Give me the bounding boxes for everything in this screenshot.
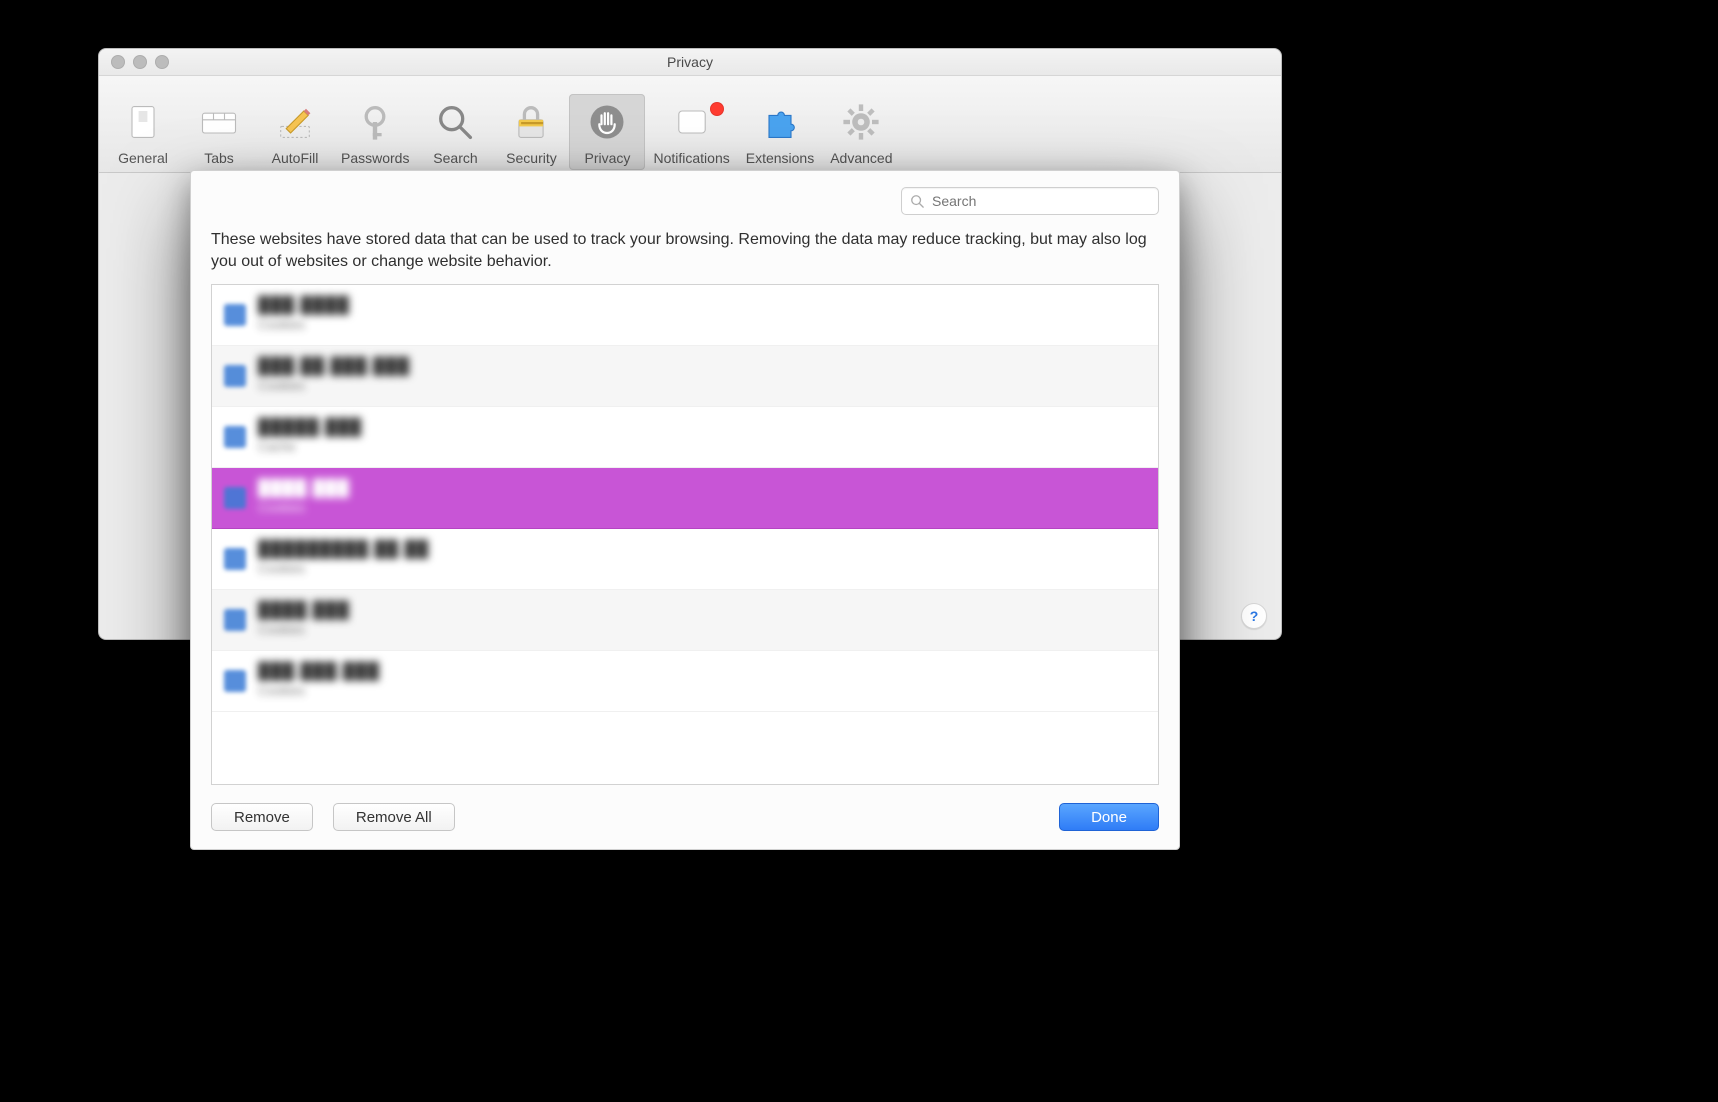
notification-badge-icon [710, 102, 724, 116]
site-data-type: Cache [258, 439, 362, 454]
tab-label: Advanced [830, 150, 892, 166]
site-domain: ███.███.███ [258, 663, 380, 681]
tab-label: Search [433, 150, 477, 166]
site-data-type: Cookies [258, 683, 380, 698]
site-domain: █████████.██.██ [258, 541, 429, 559]
tab-label: General [118, 150, 168, 166]
tab-security[interactable]: Security [493, 94, 569, 170]
site-data-type: Cookies [258, 317, 350, 332]
tab-label: Tabs [204, 150, 234, 166]
search-input[interactable] [930, 192, 1150, 210]
tab-label: Security [506, 150, 557, 166]
manage-website-data-sheet: These websites have stored data that can… [190, 170, 1180, 850]
tab-label: Privacy [585, 150, 631, 166]
tab-advanced[interactable]: Advanced [822, 94, 900, 170]
list-item[interactable]: ███.███.███ Cookies [212, 651, 1158, 712]
lock-icon [509, 100, 553, 144]
sheet-description: These websites have stored data that can… [211, 229, 1159, 274]
site-data-type: Cookies [258, 622, 350, 637]
site-domain: ████.███ [258, 602, 350, 620]
remove-all-button[interactable]: Remove All [333, 803, 455, 831]
list-item-selected[interactable]: ████.███ Cookies [212, 468, 1158, 529]
close-window-button[interactable] [111, 55, 125, 69]
pencil-icon [273, 100, 317, 144]
window-title: Privacy [667, 54, 713, 70]
zoom-window-button[interactable] [155, 55, 169, 69]
tab-tabs[interactable]: Tabs [181, 94, 257, 170]
search-icon [910, 194, 924, 208]
tab-label: Passwords [341, 150, 409, 166]
globe-icon [224, 670, 246, 692]
help-button[interactable]: ? [1241, 603, 1267, 629]
key-icon [353, 100, 397, 144]
list-item[interactable]: ███.██.███.███ Cookies [212, 346, 1158, 407]
globe-icon [224, 304, 246, 326]
tab-passwords[interactable]: Passwords [333, 94, 417, 170]
tab-label: Extensions [746, 150, 814, 166]
globe-icon [224, 365, 246, 387]
titlebar: Privacy [99, 49, 1281, 76]
list-item[interactable]: █████████.██.██ Cookies [212, 529, 1158, 590]
site-domain: █████.███ [258, 419, 362, 437]
window-traffic-lights [111, 55, 169, 69]
hand-icon [585, 100, 629, 144]
list-item[interactable]: ███.████ Cookies [212, 285, 1158, 346]
tab-general[interactable]: General [105, 94, 181, 170]
search-field[interactable] [901, 187, 1159, 215]
done-button[interactable]: Done [1059, 803, 1159, 831]
website-data-list[interactable]: ███.████ Cookies ███.██.███.███ Cookies … [211, 284, 1159, 785]
tab-label: AutoFill [272, 150, 319, 166]
search-icon [433, 100, 477, 144]
site-domain: ███.██.███.███ [258, 358, 410, 376]
tab-extensions[interactable]: Extensions [738, 94, 822, 170]
globe-icon [224, 487, 246, 509]
remove-button[interactable]: Remove [211, 803, 313, 831]
tab-notifications[interactable]: Notifications [645, 94, 737, 170]
switch-icon [121, 100, 165, 144]
tab-privacy[interactable]: Privacy [569, 94, 645, 170]
list-item[interactable]: █████.███ Cache [212, 407, 1158, 468]
site-domain: ████.███ [258, 480, 350, 498]
tab-label: Notifications [653, 150, 729, 166]
gear-icon [839, 100, 883, 144]
tab-autofill[interactable]: AutoFill [257, 94, 333, 170]
tab-search[interactable]: Search [417, 94, 493, 170]
globe-icon [224, 609, 246, 631]
site-data-type: Cookies [258, 500, 350, 515]
minimize-window-button[interactable] [133, 55, 147, 69]
globe-icon [224, 426, 246, 448]
site-domain: ███.████ [258, 297, 350, 315]
list-item[interactable]: ████.███ Cookies [212, 590, 1158, 651]
site-data-type: Cookies [258, 378, 410, 393]
tabs-icon [197, 100, 241, 144]
globe-icon [224, 548, 246, 570]
puzzle-icon [758, 100, 802, 144]
site-data-type: Cookies [258, 561, 429, 576]
preferences-toolbar: General Tabs AutoFill Passwords Search [99, 76, 1281, 173]
notification-icon [670, 100, 714, 144]
